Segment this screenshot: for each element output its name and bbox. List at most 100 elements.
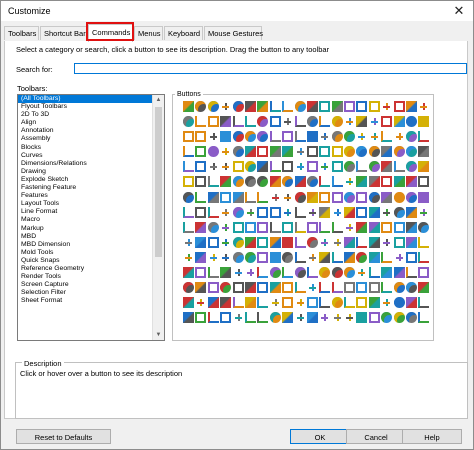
command-button-icon[interactable] [244,251,256,263]
command-button-icon[interactable] [418,101,430,112]
toolbar-list-item[interactable]: Line Format [18,208,164,216]
command-button-icon[interactable] [344,282,356,294]
command-button-icon[interactable] [344,191,356,203]
command-button-icon[interactable] [406,282,418,294]
command-button-icon[interactable] [269,282,281,294]
scroll-down-arrow-icon[interactable]: ▼ [153,330,164,340]
toolbar-list-item[interactable]: Screen Capture [18,281,164,289]
command-button-icon[interactable] [244,236,256,248]
command-button-icon[interactable] [306,101,318,112]
command-button-icon[interactable] [306,116,318,128]
command-button-icon[interactable] [306,267,318,279]
command-button-icon[interactable] [356,191,368,203]
command-button-icon[interactable] [418,176,430,188]
command-button-icon[interactable] [257,297,269,309]
command-button-icon[interactable] [294,312,306,324]
toolbars-list[interactable]: (All Toolbars) Flyout Toolbars 2D To 3D Ali… [17,94,165,341]
command-button-icon[interactable] [418,267,430,279]
tab-toolbars[interactable]: Toolbars [4,26,39,40]
toolbar-list-item[interactable]: Flyout Toolbars [18,103,164,111]
command-button-icon[interactable] [393,221,405,233]
command-button-icon[interactable] [331,312,343,324]
command-button-icon[interactable] [393,116,405,128]
command-button-icon[interactable] [319,191,331,203]
command-button-icon[interactable] [356,282,368,294]
command-button-icon[interactable] [331,267,343,279]
command-button-icon[interactable] [207,101,219,112]
command-button-icon[interactable] [381,251,393,263]
command-button-icon[interactable] [319,206,331,218]
command-button-icon[interactable] [183,297,194,309]
command-button-icon[interactable] [195,282,207,294]
command-button-icon[interactable] [356,161,368,173]
toolbar-list-item[interactable]: Annotation [18,127,164,135]
tab-commands[interactable]: Commands [88,24,133,42]
command-button-icon[interactable] [306,251,318,263]
command-button-icon[interactable] [244,221,256,233]
command-button-icon[interactable] [282,236,294,248]
toolbar-list-item[interactable]: Macro [18,216,164,224]
command-button-icon[interactable] [356,116,368,128]
command-button-icon[interactable] [393,206,405,218]
command-button-icon[interactable] [220,131,232,143]
command-button-icon[interactable] [418,131,430,143]
command-button-icon[interactable] [356,267,368,279]
command-button-icon[interactable] [294,131,306,143]
command-button-icon[interactable] [381,282,393,294]
command-button-icon[interactable] [183,282,194,294]
command-button-icon[interactable] [406,146,418,158]
command-button-icon[interactable] [244,131,256,143]
command-button-icon[interactable] [368,116,380,128]
command-button-icon[interactable] [294,116,306,128]
toolbar-list-item[interactable]: Layout Tools [18,200,164,208]
command-button-icon[interactable] [207,131,219,143]
command-button-icon[interactable] [356,251,368,263]
command-button-icon[interactable] [244,312,256,324]
command-button-icon[interactable] [257,312,269,324]
command-button-icon[interactable] [306,221,318,233]
command-button-icon[interactable] [344,131,356,143]
command-button-icon[interactable] [232,161,244,173]
command-button-icon[interactable] [406,101,418,112]
command-button-icon[interactable] [368,267,380,279]
command-button-icon[interactable] [381,267,393,279]
command-button-icon[interactable] [418,221,430,233]
tab-keyboard[interactable]: Keyboard [164,26,203,40]
tab-shortcut-bars[interactable]: Shortcut Bars [40,26,89,40]
command-button-icon[interactable] [294,101,306,112]
command-button-icon[interactable] [368,161,380,173]
command-button-icon[interactable] [393,312,405,324]
command-button-icon[interactable] [368,251,380,263]
scroll-up-arrow-icon[interactable]: ▲ [153,95,164,105]
command-button-icon[interactable] [418,312,430,324]
command-button-icon[interactable] [282,221,294,233]
command-button-icon[interactable] [368,176,380,188]
command-button-icon[interactable] [220,236,232,248]
close-icon[interactable]: ✕ [451,3,467,19]
command-button-icon[interactable] [207,297,219,309]
command-button-icon[interactable] [368,131,380,143]
command-button-icon[interactable] [294,251,306,263]
command-button-icon[interactable] [232,221,244,233]
command-button-icon[interactable] [269,206,281,218]
command-button-icon[interactable] [406,206,418,218]
command-button-icon[interactable] [257,116,269,128]
command-button-icon[interactable] [207,236,219,248]
command-button-icon[interactable] [257,206,269,218]
command-button-icon[interactable] [257,161,269,173]
command-button-icon[interactable] [195,206,207,218]
command-button-icon[interactable] [269,221,281,233]
command-button-icon[interactable] [257,101,269,112]
command-button-icon[interactable] [344,236,356,248]
command-button-icon[interactable] [257,131,269,143]
command-button-icon[interactable] [356,312,368,324]
command-button-icon[interactable] [195,146,207,158]
toolbar-list-item[interactable]: Curves [18,152,164,160]
command-button-icon[interactable] [406,191,418,203]
command-button-icon[interactable] [306,206,318,218]
command-button-icon[interactable] [183,176,194,188]
command-button-icon[interactable] [183,236,194,248]
command-button-icon[interactable] [344,101,356,112]
command-button-icon[interactable] [232,176,244,188]
command-button-icon[interactable] [393,101,405,112]
